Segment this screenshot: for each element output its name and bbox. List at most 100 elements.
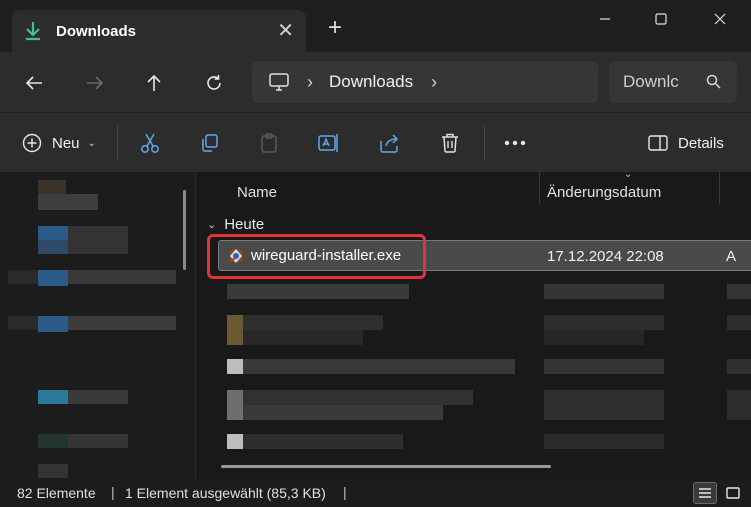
close-window-button[interactable]: [697, 0, 743, 38]
blurred-file-row[interactable]: [227, 434, 243, 449]
command-bar: Neu ⌄ Details: [0, 112, 751, 172]
blurred-nav-item[interactable]: [68, 226, 128, 254]
blurred-nav-item[interactable]: [68, 270, 176, 284]
blurred-file-row[interactable]: [227, 359, 243, 374]
navigation-bar: › Downloads ›: [0, 52, 751, 112]
chevron-down-icon: ⌄: [207, 219, 217, 231]
file-row-selected[interactable]: wireguard-installer.exe 17.12.2024 22:08…: [218, 240, 751, 271]
breadcrumb-chevron-icon[interactable]: ›: [307, 72, 313, 93]
details-view-button[interactable]: [693, 482, 717, 504]
tab-title: Downloads: [56, 22, 137, 40]
tab-downloads[interactable]: Downloads ✕: [12, 10, 306, 52]
blurred-nav-item[interactable]: [38, 390, 68, 404]
list-view-icon: [699, 488, 711, 498]
file-list: Name ⌄ Änderungsdatum ⌄ Heute wireguard-…: [197, 172, 751, 479]
blurred-file-row[interactable]: [544, 434, 664, 449]
blurred-file-row[interactable]: [544, 284, 664, 299]
group-header-today[interactable]: ⌄ Heute: [207, 216, 264, 233]
blurred-nav-item[interactable]: [38, 226, 68, 240]
blurred-file-row[interactable]: [227, 284, 409, 299]
blurred-file-row[interactable]: [243, 434, 403, 449]
this-pc-icon[interactable]: [269, 73, 289, 91]
up-button[interactable]: [139, 68, 169, 98]
tiles-view-icon: [726, 487, 740, 499]
forward-button[interactable]: [80, 68, 110, 98]
blurred-nav-item[interactable]: [8, 316, 38, 330]
blurred-nav-item[interactable]: [38, 194, 98, 210]
copy-icon: [202, 134, 218, 152]
blurred-file-row[interactable]: [544, 315, 664, 330]
close-tab-icon[interactable]: ✕: [277, 18, 294, 43]
refresh-button[interactable]: [199, 68, 229, 98]
toolbar-divider: [484, 125, 485, 161]
blurred-nav-item[interactable]: [38, 464, 68, 478]
more-options-button[interactable]: [504, 127, 526, 159]
address-bar[interactable]: › Downloads ›: [252, 61, 598, 103]
blurred-nav-item[interactable]: [38, 270, 68, 286]
maximize-icon: [655, 13, 667, 25]
search-icon[interactable]: [706, 74, 721, 89]
title-bar: Downloads ✕ +: [0, 0, 751, 52]
column-header-name[interactable]: Name: [237, 178, 277, 206]
blurred-nav-item[interactable]: [38, 316, 68, 332]
blurred-file-row[interactable]: [544, 359, 664, 374]
status-divider: |: [343, 484, 347, 500]
blurred-file-row[interactable]: [727, 284, 751, 299]
new-button[interactable]: Neu ⌄: [22, 127, 96, 159]
back-button[interactable]: [19, 68, 49, 98]
selection-info: 1 Element ausgewählt (85,3 KB): [125, 485, 326, 501]
navigation-pane: [0, 172, 196, 479]
maximize-button[interactable]: [638, 0, 684, 38]
trash-icon: [442, 133, 458, 153]
blurred-file-row[interactable]: [727, 359, 751, 374]
minimize-button[interactable]: [582, 0, 628, 38]
rename-button[interactable]: [318, 127, 340, 159]
blurred-file-row[interactable]: [243, 359, 515, 374]
breadcrumb-downloads[interactable]: Downloads: [329, 72, 413, 92]
new-tab-button[interactable]: +: [328, 16, 342, 40]
copy-button[interactable]: [200, 127, 220, 159]
search-box[interactable]: [609, 61, 737, 103]
file-type: A: [726, 248, 737, 265]
blurred-file-row[interactable]: [227, 315, 243, 345]
clipboard-icon: [261, 133, 277, 153]
blurred-file-row[interactable]: [544, 390, 664, 420]
blurred-nav-item[interactable]: [38, 434, 68, 448]
column-header-modified[interactable]: Änderungsdatum: [547, 178, 661, 206]
blurred-nav-item[interactable]: [38, 240, 68, 254]
breadcrumb-chevron-icon[interactable]: ›: [431, 72, 437, 93]
tiles-view-button[interactable]: [721, 482, 745, 504]
refresh-icon: [207, 75, 221, 90]
share-button[interactable]: [379, 127, 401, 159]
close-icon: [714, 13, 726, 25]
blurred-file-row[interactable]: [243, 390, 473, 405]
blurred-file-row[interactable]: [727, 390, 751, 420]
cut-button[interactable]: [140, 127, 160, 159]
column-divider[interactable]: [539, 172, 540, 204]
sidebar-scrollbar[interactable]: [183, 190, 186, 270]
blurred-file-row[interactable]: [243, 405, 443, 420]
blurred-file-row[interactable]: [243, 330, 363, 345]
blurred-file-row[interactable]: [243, 315, 383, 330]
blurred-nav-item[interactable]: [68, 316, 176, 330]
blurred-file-row[interactable]: [727, 315, 751, 330]
paste-button[interactable]: [259, 127, 279, 159]
scissors-icon: [141, 133, 159, 153]
download-icon: [26, 22, 40, 41]
blurred-file-row[interactable]: [227, 390, 243, 420]
arrow-up-icon: [147, 74, 161, 91]
status-divider: |: [111, 484, 115, 500]
blurred-file-row[interactable]: [544, 330, 644, 345]
chevron-down-icon: ⌄: [87, 137, 96, 149]
item-count: 82 Elemente: [17, 485, 96, 501]
delete-button[interactable]: [440, 127, 460, 159]
share-icon: [380, 134, 399, 153]
horizontal-scrollbar[interactable]: [221, 465, 551, 468]
column-divider[interactable]: [719, 172, 720, 204]
blurred-nav-item[interactable]: [68, 390, 128, 404]
blurred-nav-item[interactable]: [8, 270, 38, 284]
blurred-nav-item[interactable]: [38, 180, 66, 194]
search-input[interactable]: [623, 72, 687, 92]
blurred-nav-item[interactable]: [68, 434, 128, 448]
details-button[interactable]: Details: [648, 127, 724, 159]
